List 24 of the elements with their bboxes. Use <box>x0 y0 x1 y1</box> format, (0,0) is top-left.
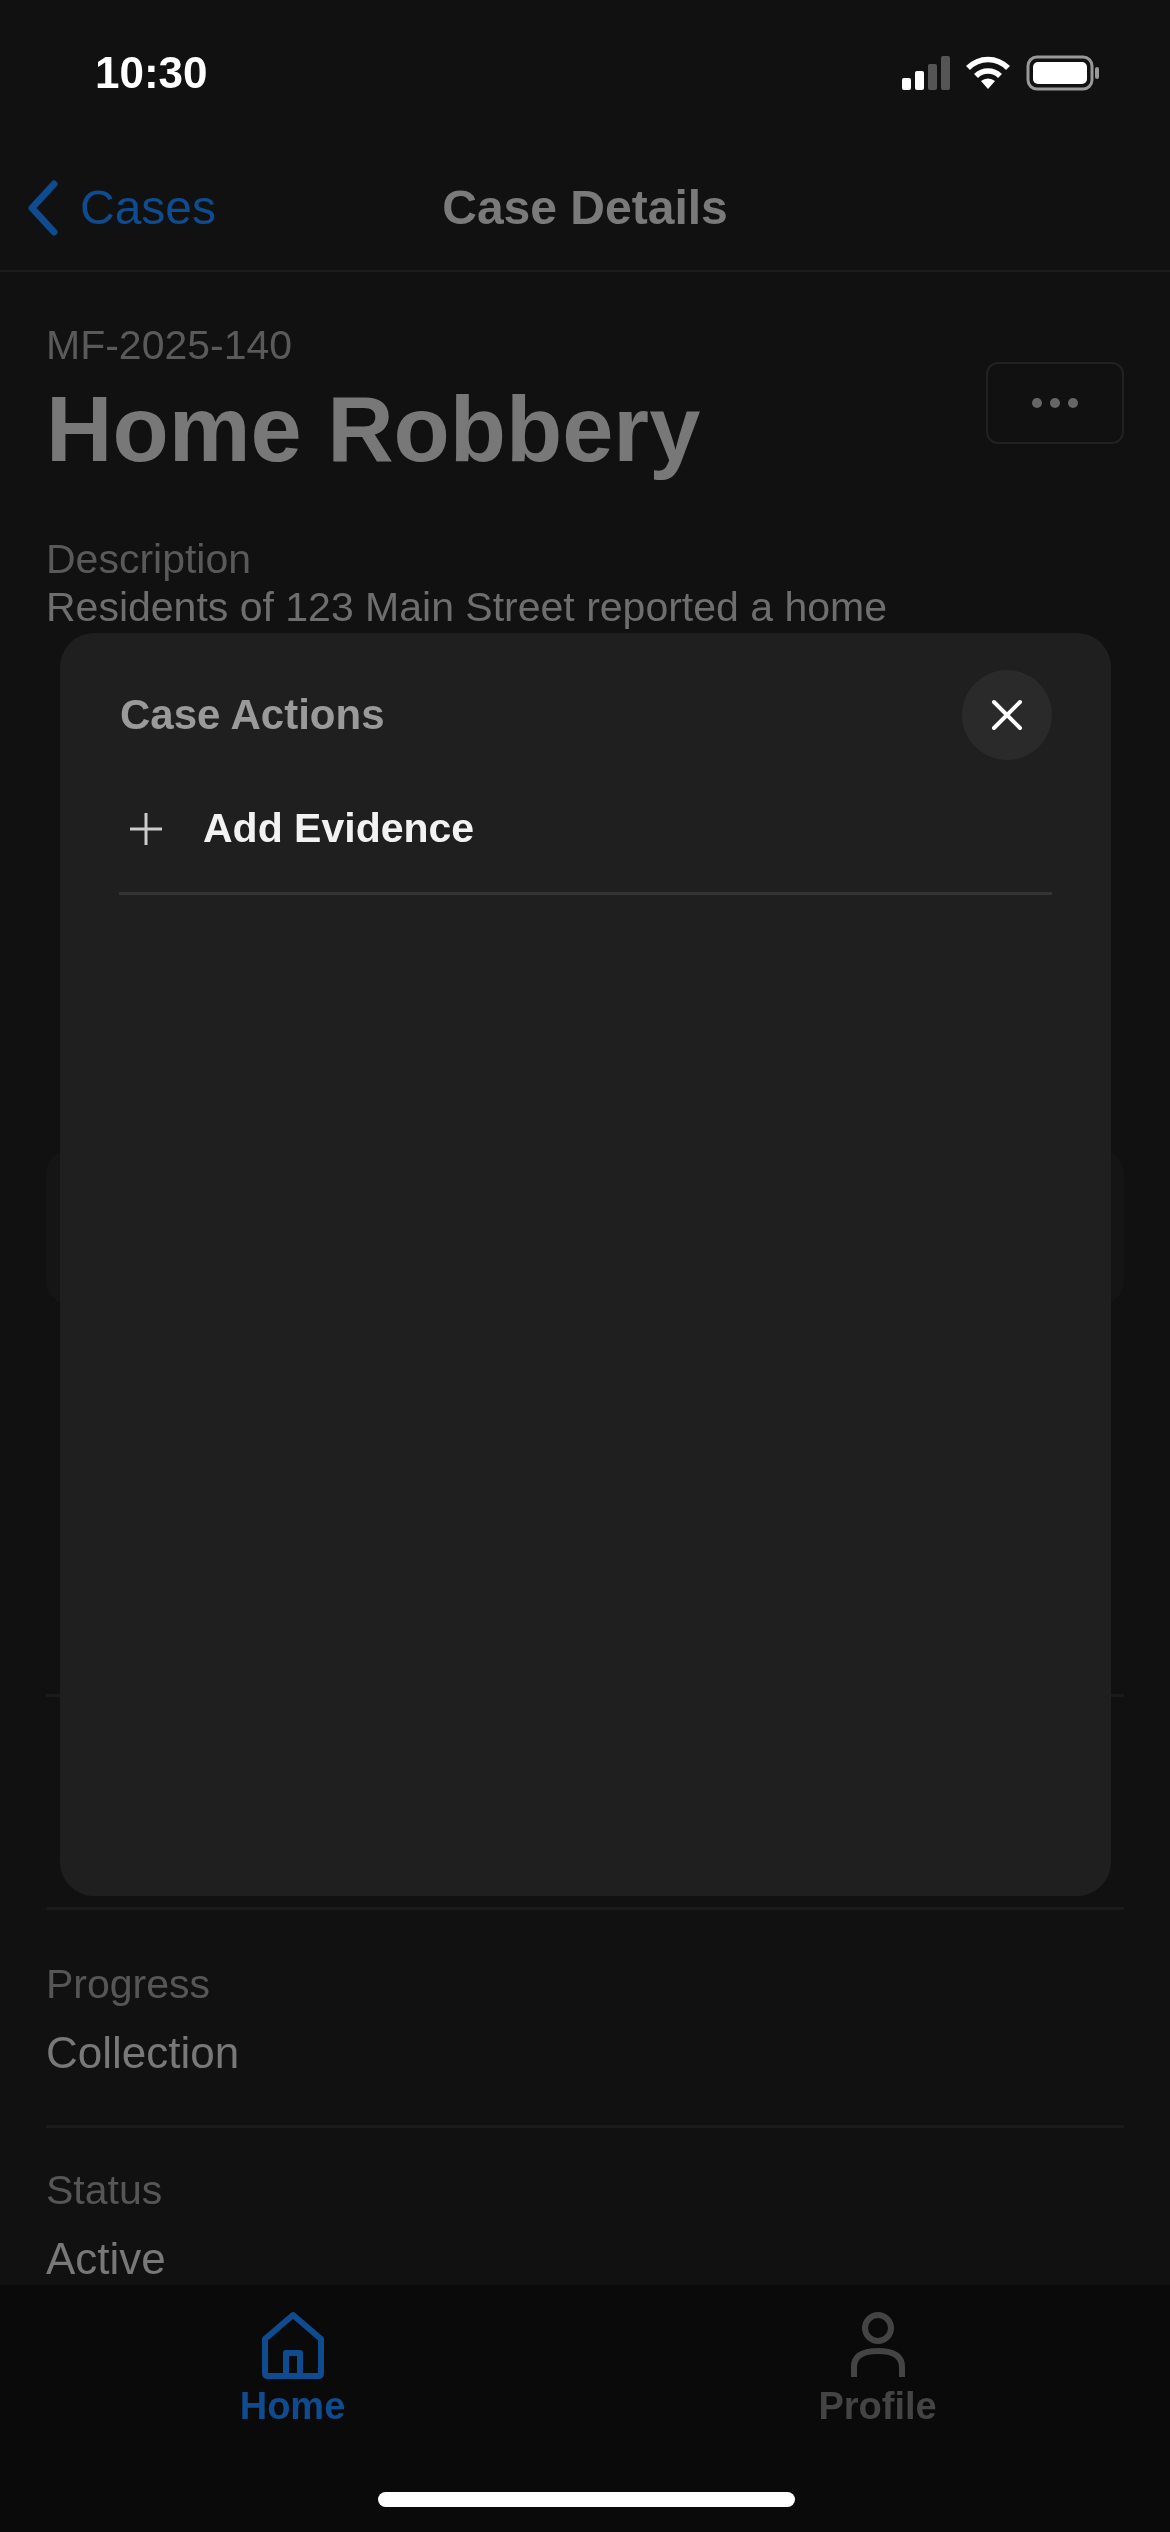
description-label: Description <box>46 535 253 584</box>
clock-time: 10:30 <box>95 47 208 98</box>
battery-icon <box>1026 54 1100 91</box>
description-text: Residents of 123 Main Street reported a home <box>46 584 887 630</box>
home-icon <box>259 2311 326 2379</box>
person-icon <box>849 2311 906 2379</box>
plus-icon <box>129 811 163 846</box>
close-icon <box>991 699 1023 731</box>
sheet-title: Case Actions <box>120 691 385 739</box>
detail-value: Collection <box>46 2027 241 2080</box>
tab-item[interactable]: Home <box>0 2285 585 2532</box>
wifi-icon <box>964 54 1012 91</box>
add-evidence-item[interactable]: Add Evidence <box>119 765 1052 895</box>
chevron-left-icon <box>28 179 58 236</box>
detail-label: Status <box>46 2166 164 2215</box>
screen-title: Case Details <box>442 181 728 234</box>
case-title: Home Robbery <box>46 381 701 478</box>
detail-value: Active <box>46 2233 167 2286</box>
more-icon <box>1032 398 1078 408</box>
back-button[interactable]: Cases <box>28 179 217 236</box>
detail-label: Progress <box>46 1960 212 2009</box>
case-number: MF-2025-140 <box>46 323 294 368</box>
signal-icon <box>902 55 950 90</box>
tab-item[interactable]: Profile <box>585 2285 1170 2532</box>
